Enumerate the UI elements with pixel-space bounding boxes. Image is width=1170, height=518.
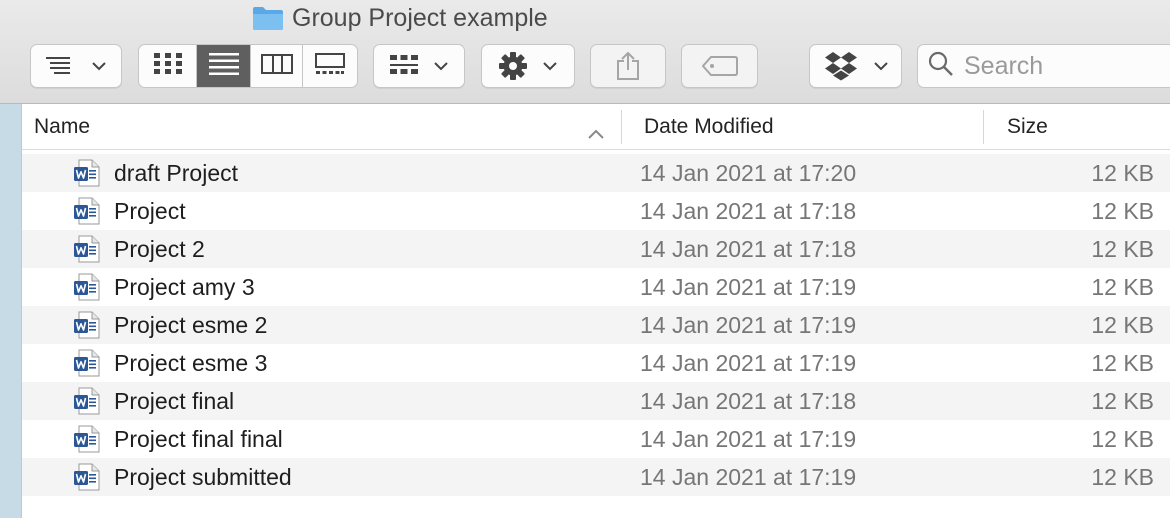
column-header-date-label: Date Modified: [644, 115, 774, 138]
file-date-modified: 14 Jan 2021 at 17:18: [640, 236, 857, 262]
file-row[interactable]: Project amy 3 14 Jan 2021 at 17:19 12 KB: [22, 268, 1170, 306]
column-header-name-label: Name: [34, 115, 91, 138]
column-header-name[interactable]: Name: [22, 104, 622, 150]
word-document-icon: [74, 197, 100, 231]
tags-button[interactable]: [681, 44, 758, 88]
file-size: 12 KB: [1091, 388, 1154, 414]
file-size: 12 KB: [1091, 160, 1154, 186]
search-input[interactable]: [964, 51, 1164, 81]
sidebar: [0, 104, 22, 518]
action-button[interactable]: [481, 44, 575, 88]
sort-ascending-icon: [588, 121, 604, 145]
file-name: Project submitted: [114, 464, 292, 490]
view-mode-control: [138, 44, 358, 88]
gallery-view-button[interactable]: [303, 45, 357, 87]
tag-icon: [701, 56, 738, 76]
file-name: Project: [114, 198, 186, 224]
file-date-modified: 14 Jan 2021 at 17:19: [640, 274, 857, 300]
list-view-button[interactable]: [197, 45, 251, 87]
file-size: 12 KB: [1091, 350, 1154, 376]
chevron-down-icon: [873, 61, 888, 71]
gallery-view-icon: [315, 52, 345, 80]
dropbox-button[interactable]: [809, 44, 902, 88]
chevron-down-icon: [434, 61, 448, 71]
file-name: draft Project: [114, 160, 238, 186]
file-name: Project final final: [114, 426, 283, 452]
word-document-icon: [74, 425, 100, 459]
file-name: Project amy 3: [114, 274, 255, 300]
group-icon: [390, 55, 418, 77]
word-document-icon: [74, 235, 100, 269]
share-icon: [616, 51, 640, 81]
file-size: 12 KB: [1091, 274, 1154, 300]
chevron-down-icon: [543, 61, 557, 71]
column-header-size-label: Size: [1007, 115, 1048, 138]
window-toolbar: Group Project example: [0, 0, 1170, 104]
file-name: Project esme 3: [114, 350, 268, 376]
file-row[interactable]: Project 14 Jan 2021 at 17:18 12 KB: [22, 192, 1170, 230]
file-row[interactable]: Project 2 14 Jan 2021 at 17:18 12 KB: [22, 230, 1170, 268]
file-row[interactable]: Project final final 14 Jan 2021 at 17:19…: [22, 420, 1170, 458]
file-list: draft Project 14 Jan 2021 at 17:20 12 KB…: [22, 154, 1170, 496]
folder-icon: [252, 5, 284, 31]
file-row[interactable]: Project final 14 Jan 2021 at 17:18 12 KB: [22, 382, 1170, 420]
column-view-icon: [260, 53, 293, 79]
file-name: Project 2: [114, 236, 205, 262]
group-button[interactable]: [373, 44, 465, 88]
list-view-icon: [208, 52, 239, 80]
file-row[interactable]: Project esme 3 14 Jan 2021 at 17:19 12 K…: [22, 344, 1170, 382]
file-size: 12 KB: [1091, 464, 1154, 490]
column-view-button[interactable]: [251, 45, 303, 87]
file-name: Project esme 2: [114, 312, 268, 338]
arrange-button[interactable]: [30, 44, 122, 88]
word-document-icon: [74, 349, 100, 383]
search-field[interactable]: [917, 44, 1170, 88]
word-document-icon: [74, 387, 100, 421]
word-document-icon: [74, 159, 100, 193]
word-document-icon: [74, 463, 100, 497]
file-size: 12 KB: [1091, 426, 1154, 452]
file-size: 12 KB: [1091, 198, 1154, 224]
word-document-icon: [74, 273, 100, 307]
file-date-modified: 14 Jan 2021 at 17:19: [640, 350, 857, 376]
list-header: Name Date Modified Size: [22, 104, 1170, 150]
file-date-modified: 14 Jan 2021 at 17:19: [640, 464, 857, 490]
file-date-modified: 14 Jan 2021 at 17:19: [640, 426, 857, 452]
word-document-icon: [74, 311, 100, 345]
column-header-date-modified[interactable]: Date Modified: [622, 104, 984, 150]
list-arrange-icon: [46, 56, 76, 76]
file-date-modified: 14 Jan 2021 at 17:19: [640, 312, 857, 338]
window-title: Group Project example: [252, 2, 548, 34]
file-row[interactable]: Project esme 2 14 Jan 2021 at 17:19 12 K…: [22, 306, 1170, 344]
chevron-down-icon: [92, 61, 106, 71]
file-date-modified: 14 Jan 2021 at 17:18: [640, 198, 857, 224]
dropbox-icon: [824, 51, 858, 81]
file-date-modified: 14 Jan 2021 at 17:20: [640, 160, 857, 186]
file-date-modified: 14 Jan 2021 at 17:18: [640, 388, 857, 414]
file-size: 12 KB: [1091, 236, 1154, 262]
file-size: 12 KB: [1091, 312, 1154, 338]
search-icon: [928, 51, 954, 82]
share-button[interactable]: [590, 44, 666, 88]
icon-view-icon: [153, 52, 182, 80]
file-row[interactable]: Project submitted 14 Jan 2021 at 17:19 1…: [22, 458, 1170, 496]
gear-icon: [499, 52, 527, 80]
icon-view-button[interactable]: [139, 45, 197, 87]
column-header-size[interactable]: Size: [984, 104, 1170, 150]
file-name: Project final: [114, 388, 235, 414]
window-title-text: Group Project example: [292, 3, 548, 32]
file-row[interactable]: draft Project 14 Jan 2021 at 17:20 12 KB: [22, 154, 1170, 192]
